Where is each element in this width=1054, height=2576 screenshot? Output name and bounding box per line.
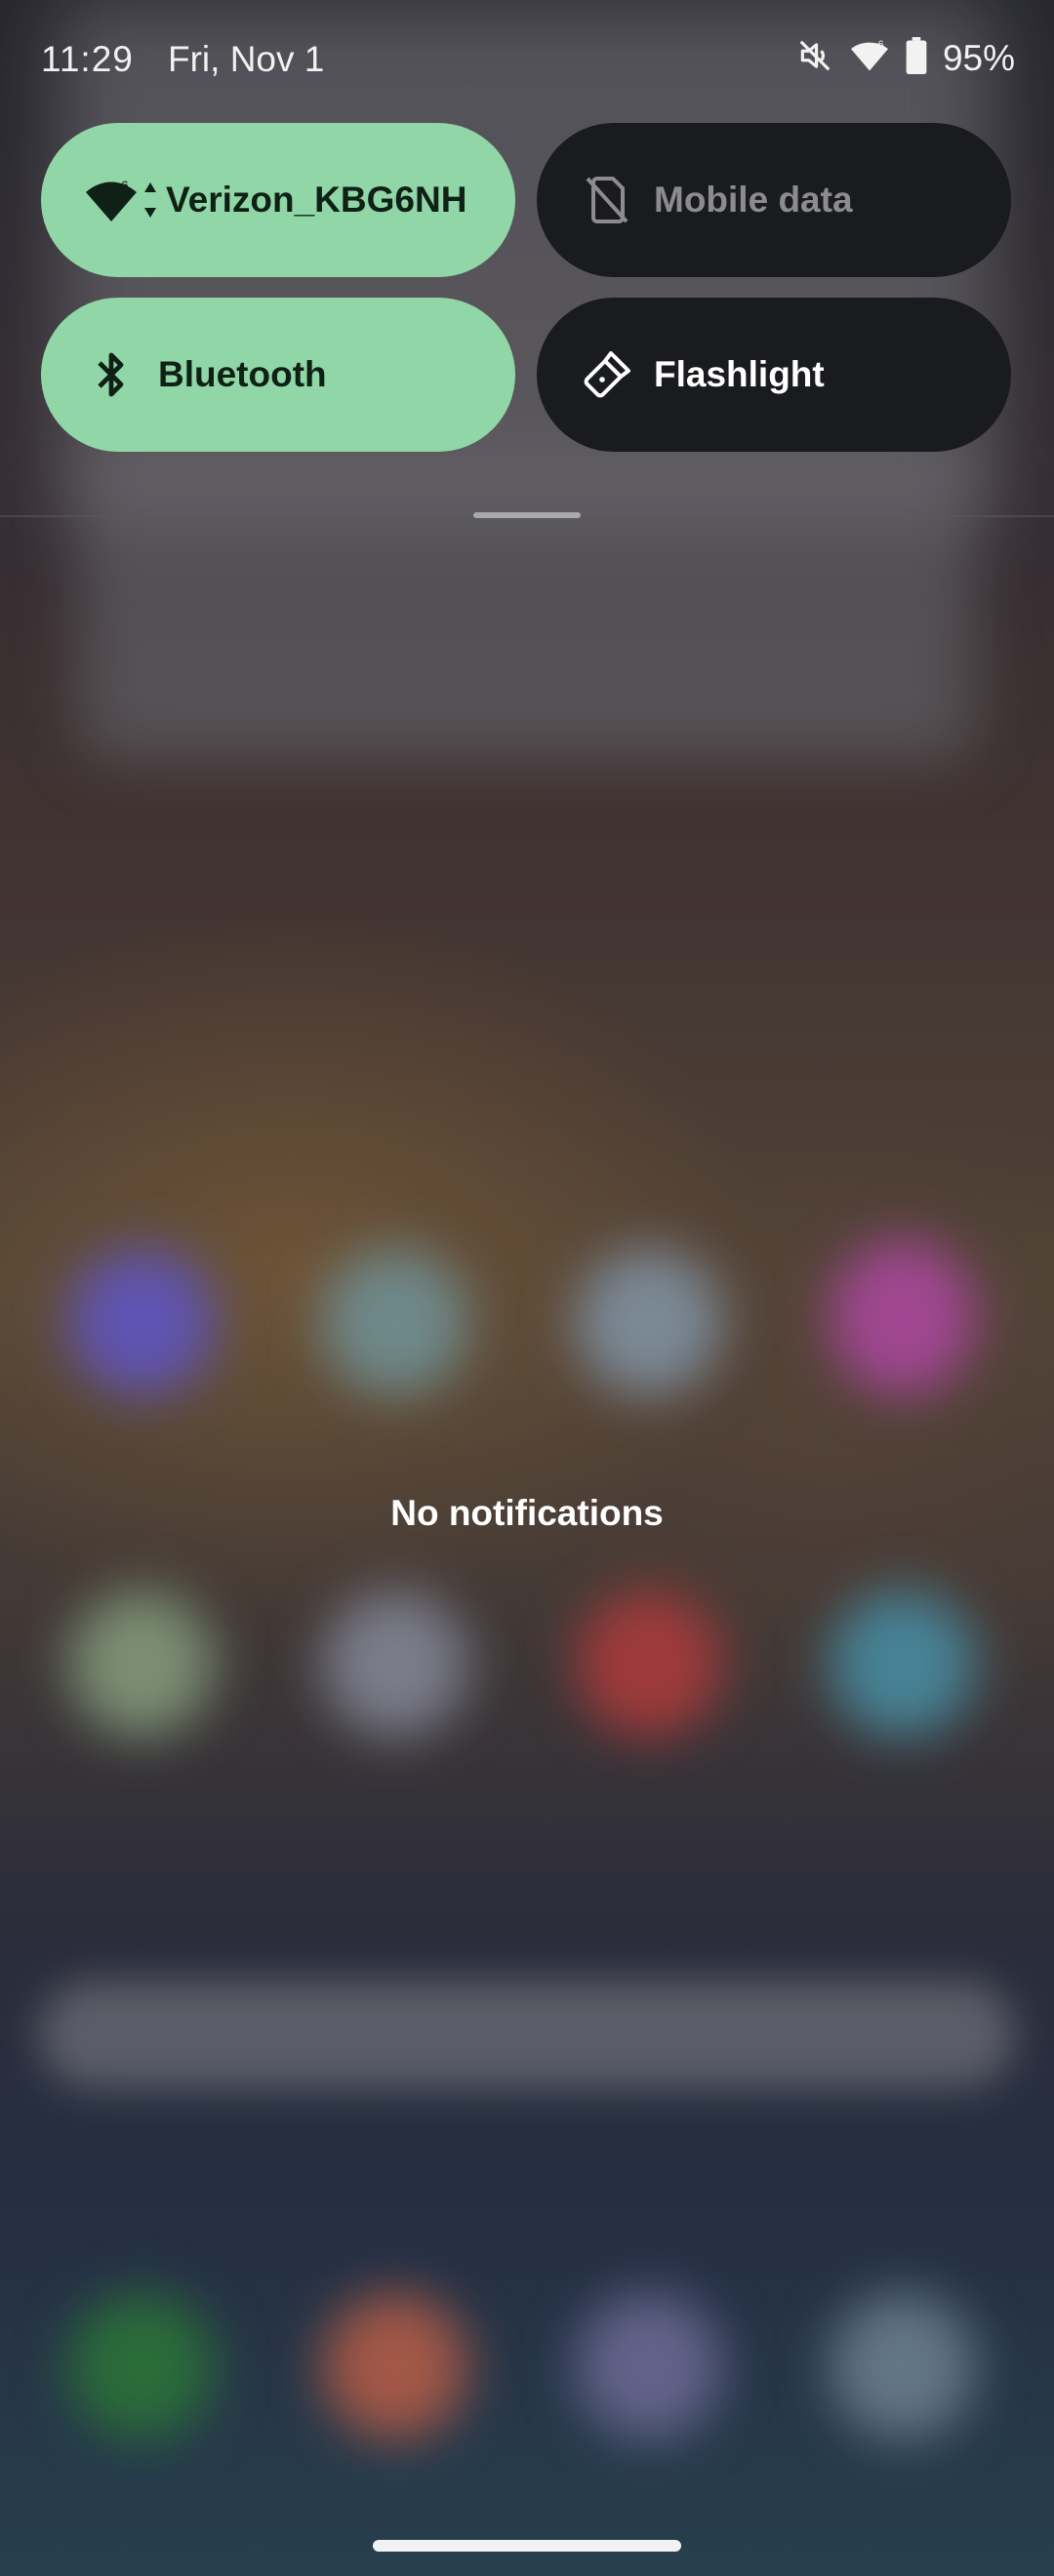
svg-text:6: 6 xyxy=(878,39,884,50)
tile-wifi-label: Verizon_KBG6NH xyxy=(166,180,467,220)
svg-text:6: 6 xyxy=(121,178,129,193)
status-icons: 6 95% xyxy=(796,37,1015,79)
battery-icon xyxy=(906,37,927,79)
gesture-nav-bar[interactable] xyxy=(373,2540,681,2552)
status-bar: 11:29 Fri, Nov 1 6 95% xyxy=(0,0,1054,125)
tile-mobile-data-label: Mobile data xyxy=(654,180,853,220)
tile-wifi[interactable]: 6 Verizon_KBG6NH xyxy=(41,123,515,277)
no-sim-icon xyxy=(580,173,634,227)
bluetooth-icon xyxy=(84,347,139,402)
tile-bluetooth[interactable]: Bluetooth xyxy=(41,298,515,452)
status-date: Fri, Nov 1 xyxy=(168,39,325,79)
tile-mobile-data[interactable]: Mobile data xyxy=(537,123,1011,277)
battery-percent: 95% xyxy=(942,37,1015,78)
mute-icon xyxy=(796,37,833,79)
tile-bluetooth-label: Bluetooth xyxy=(158,354,327,394)
status-time: 11:29 xyxy=(41,39,134,79)
tile-flashlight[interactable]: Flashlight xyxy=(537,298,1011,452)
shade-drag-handle[interactable] xyxy=(473,512,581,518)
empty-notifications-text: No notifications xyxy=(390,1493,664,1533)
wifi-6-icon: 6 xyxy=(84,173,162,227)
flashlight-icon xyxy=(580,347,634,402)
tile-flashlight-label: Flashlight xyxy=(654,354,825,394)
wifi-icon: 6 xyxy=(849,37,890,79)
